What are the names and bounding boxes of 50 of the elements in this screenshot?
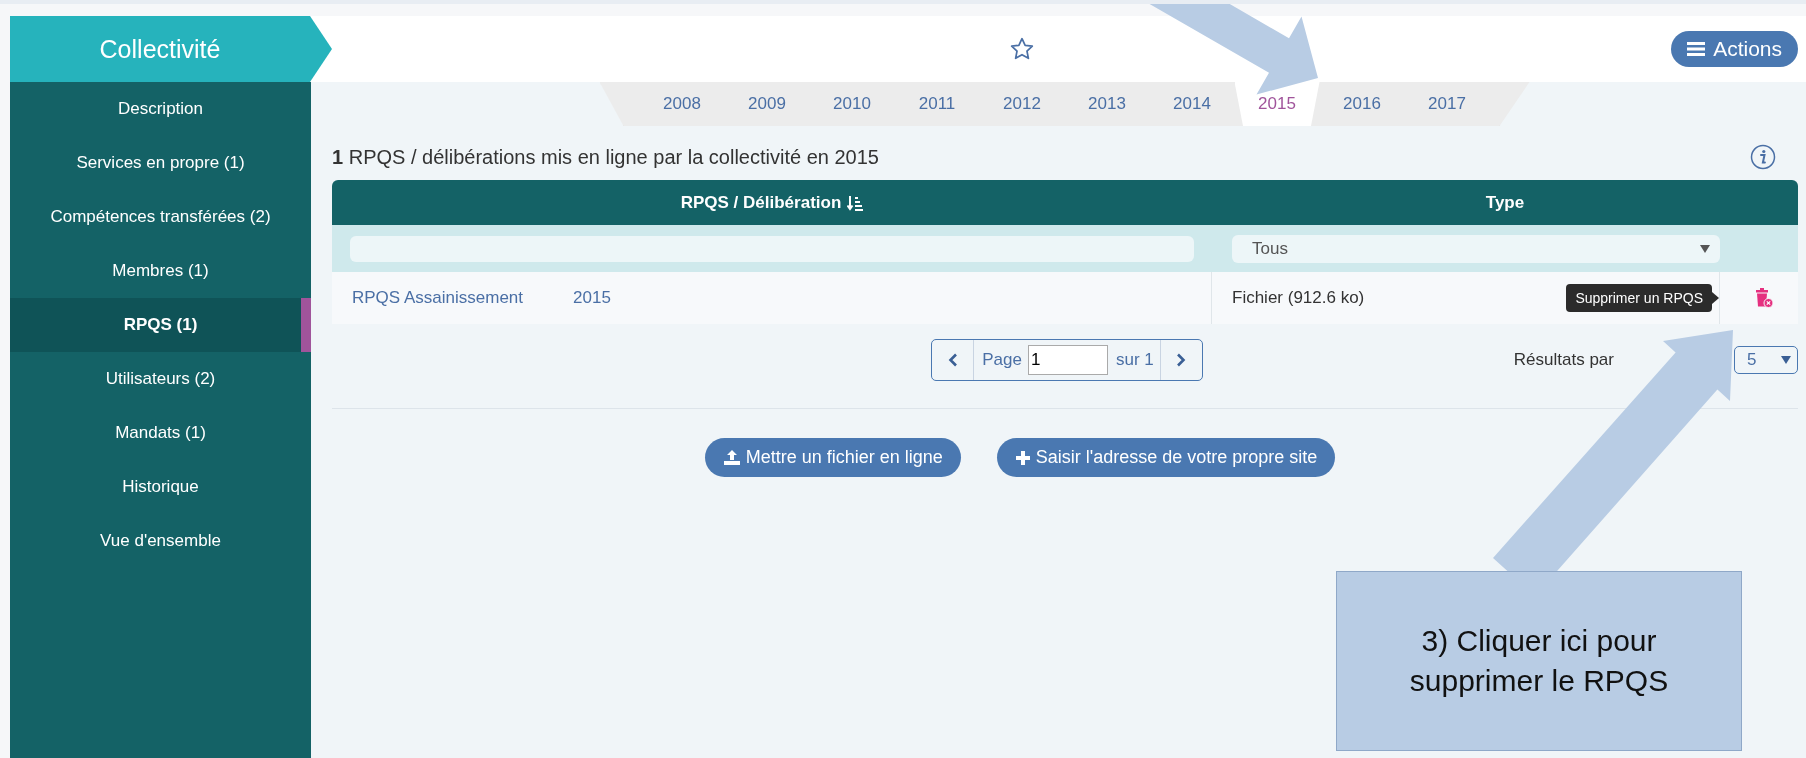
chevron-right-icon [1176, 353, 1187, 367]
plus-icon [1014, 449, 1031, 466]
page-field[interactable]: 1 [1027, 345, 1108, 375]
sidebar-item[interactable]: Compétences transférées (2) [10, 190, 311, 244]
document-link[interactable]: RPQS Assainissement [352, 288, 523, 308]
year-tab[interactable]: 2011 [894, 82, 980, 126]
sidebar-item[interactable]: Description [10, 82, 311, 136]
sidebar-item[interactable]: Membres (1) [10, 244, 311, 298]
upload-icon [722, 449, 741, 466]
sidebar-item[interactable]: Vue d'ensemble [10, 514, 311, 568]
chevron-left-icon [947, 353, 958, 367]
year-tab[interactable]: 2009 [724, 82, 810, 126]
column-header[interactable]: RPQS / Délibération [332, 180, 1212, 225]
trash-icon[interactable] [1754, 287, 1774, 309]
sidebar-item[interactable]: Services en propre (1) [10, 136, 311, 190]
per-page-select[interactable]: 5 [1734, 346, 1798, 374]
year-text: 2015 [573, 288, 611, 308]
menu-icon [1687, 41, 1706, 57]
year-tab[interactable]: 2017 [1404, 82, 1490, 126]
sidebar-item[interactable]: Utilisateurs (2) [10, 352, 311, 406]
callout-text: 3) Cliquer ici pour supprimer le RPQS [1408, 622, 1670, 699]
info-icon[interactable] [1750, 144, 1776, 170]
column-header[interactable]: Type [1212, 180, 1798, 225]
year-tab[interactable]: 2013 [1064, 82, 1150, 126]
sidebar-item[interactable]: Historique [10, 460, 311, 514]
sort-icon [847, 194, 864, 211]
add-site-button[interactable]: Saisir l'adresse de votre propre site [996, 438, 1336, 477]
year-tab[interactable]: 2010 [809, 82, 895, 126]
type-text: Fichier (912.6 ko) [1232, 288, 1365, 308]
page-total: sur 1 [1114, 350, 1155, 370]
upload-button[interactable]: Mettre un fichier en ligne [704, 438, 961, 477]
year-tab[interactable]: 2008 [639, 82, 725, 126]
results-heading: 1 RPQS / délibérations mis en ligne par la collectivité en 2015 [332, 145, 879, 169]
tooltip-pointer [1712, 292, 1719, 304]
year-tab[interactable]: 2016 [1319, 82, 1405, 126]
type-filter-select[interactable]: Tous [1232, 234, 1720, 263]
sidebar-item[interactable]: Mandats (1) [10, 406, 311, 460]
per-page-label: Résultats par [1513, 350, 1614, 370]
sidebar-title: Collectivité [10, 16, 332, 82]
year-tab[interactable]: 2014 [1149, 82, 1235, 126]
caret-icon [1781, 356, 1791, 364]
caret-icon [1700, 244, 1710, 253]
year-tab[interactable]: 2015 [1234, 82, 1320, 126]
star-icon[interactable] [1008, 36, 1035, 62]
tooltip: Supprimer un RPQS [1566, 284, 1712, 312]
year-tab[interactable]: 2012 [979, 82, 1065, 126]
page-label: Page [981, 350, 1023, 370]
filter-field[interactable] [350, 235, 1194, 262]
sidebar-item[interactable]: RPQS (1) [10, 298, 311, 352]
actions-button[interactable]: Actions [1671, 31, 1798, 67]
